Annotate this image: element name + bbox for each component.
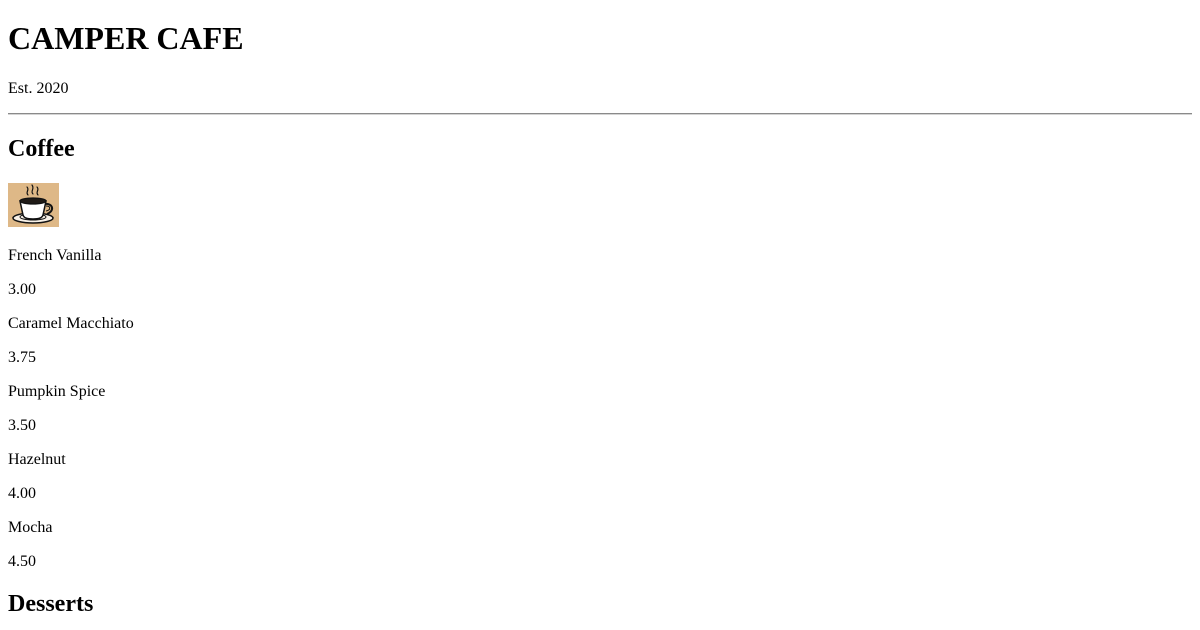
site-title: CAMPER CAFE [8,20,244,56]
coffee-item-name: Caramel Macchiato [8,315,134,332]
desserts-section-heading: Desserts [8,591,94,617]
established-date: Est. 2020 [8,80,69,97]
camper-cafe-page: CAMPER CAFE Est. 2020 Coffee French Vani… [0,0,1200,630]
coffee-item-price: 4.00 [8,485,36,502]
coffee-item-price: 3.50 [8,417,36,434]
coffee-item-price: 4.50 [8,553,36,570]
coffee-cup-icon [8,183,59,227]
coffee-section-heading: Coffee [8,136,75,162]
coffee-item-name: French Vanilla [8,247,102,264]
coffee-item-name: Pumpkin Spice [8,383,106,400]
coffee-item-price: 3.00 [8,281,36,298]
horizontal-divider [8,113,1192,115]
coffee-item-name: Hazelnut [8,451,66,468]
coffee-item-price: 3.75 [8,349,36,366]
coffee-item-name: Mocha [8,519,53,536]
